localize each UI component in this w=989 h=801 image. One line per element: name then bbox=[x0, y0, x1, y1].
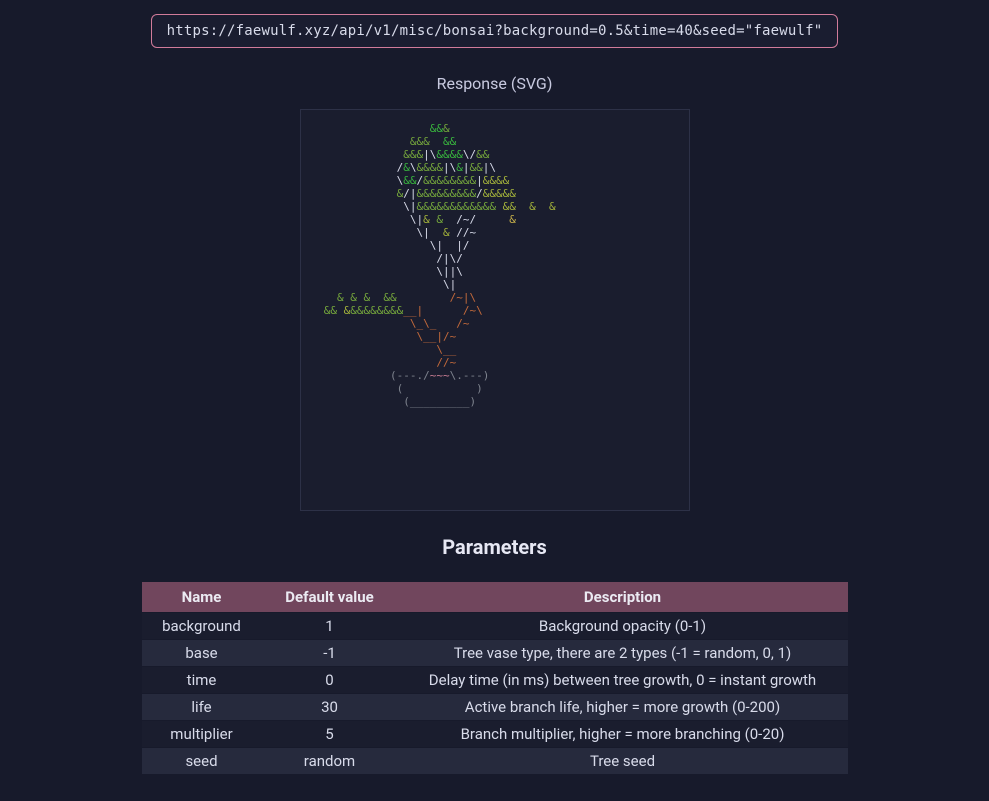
table-row: multiplier5Branch multiplier, higher = m… bbox=[142, 721, 848, 747]
param-desc: Delay time (in ms) between tree growth, … bbox=[398, 667, 848, 693]
parameters-table: Name Default value Description backgroun… bbox=[142, 581, 848, 775]
col-default: Default value bbox=[262, 582, 398, 612]
table-row: base-1Tree vase type, there are 2 types … bbox=[142, 640, 848, 666]
param-desc: Background opacity (0-1) bbox=[398, 613, 848, 639]
param-name: seed bbox=[142, 748, 262, 774]
param-desc: Branch multiplier, higher = more branchi… bbox=[398, 721, 848, 747]
param-default: 5 bbox=[262, 721, 398, 747]
table-row: life30Active branch life, higher = more … bbox=[142, 694, 848, 720]
param-name: life bbox=[142, 694, 262, 720]
response-label: Response (SVG) bbox=[437, 74, 553, 93]
param-default: 30 bbox=[262, 694, 398, 720]
param-default: 0 bbox=[262, 667, 398, 693]
table-row: time0Delay time (in ms) between tree gro… bbox=[142, 667, 848, 693]
param-desc: Active branch life, higher = more growth… bbox=[398, 694, 848, 720]
param-desc: Tree vase type, there are 2 types (-1 = … bbox=[398, 640, 848, 666]
col-name: Name bbox=[142, 582, 262, 612]
param-desc: Tree seed bbox=[398, 748, 848, 774]
table-row: background1Background opacity (0-1) bbox=[142, 613, 848, 639]
param-default: -1 bbox=[262, 640, 398, 666]
param-name: background bbox=[142, 613, 262, 639]
col-description: Description bbox=[398, 582, 848, 612]
api-url[interactable]: https://faewulf.xyz/api/v1/misc/bonsai?b… bbox=[151, 14, 838, 48]
param-default: random bbox=[262, 748, 398, 774]
param-default: 1 bbox=[262, 613, 398, 639]
param-name: base bbox=[142, 640, 262, 666]
param-name: time bbox=[142, 667, 262, 693]
param-name: multiplier bbox=[142, 721, 262, 747]
response-svg-preview: &&& &&& && &&&|\&&&&\/&& /&\&&&&|\&|&&|\… bbox=[300, 109, 690, 511]
table-row: seedrandomTree seed bbox=[142, 748, 848, 774]
parameters-heading: Parameters bbox=[442, 535, 546, 559]
